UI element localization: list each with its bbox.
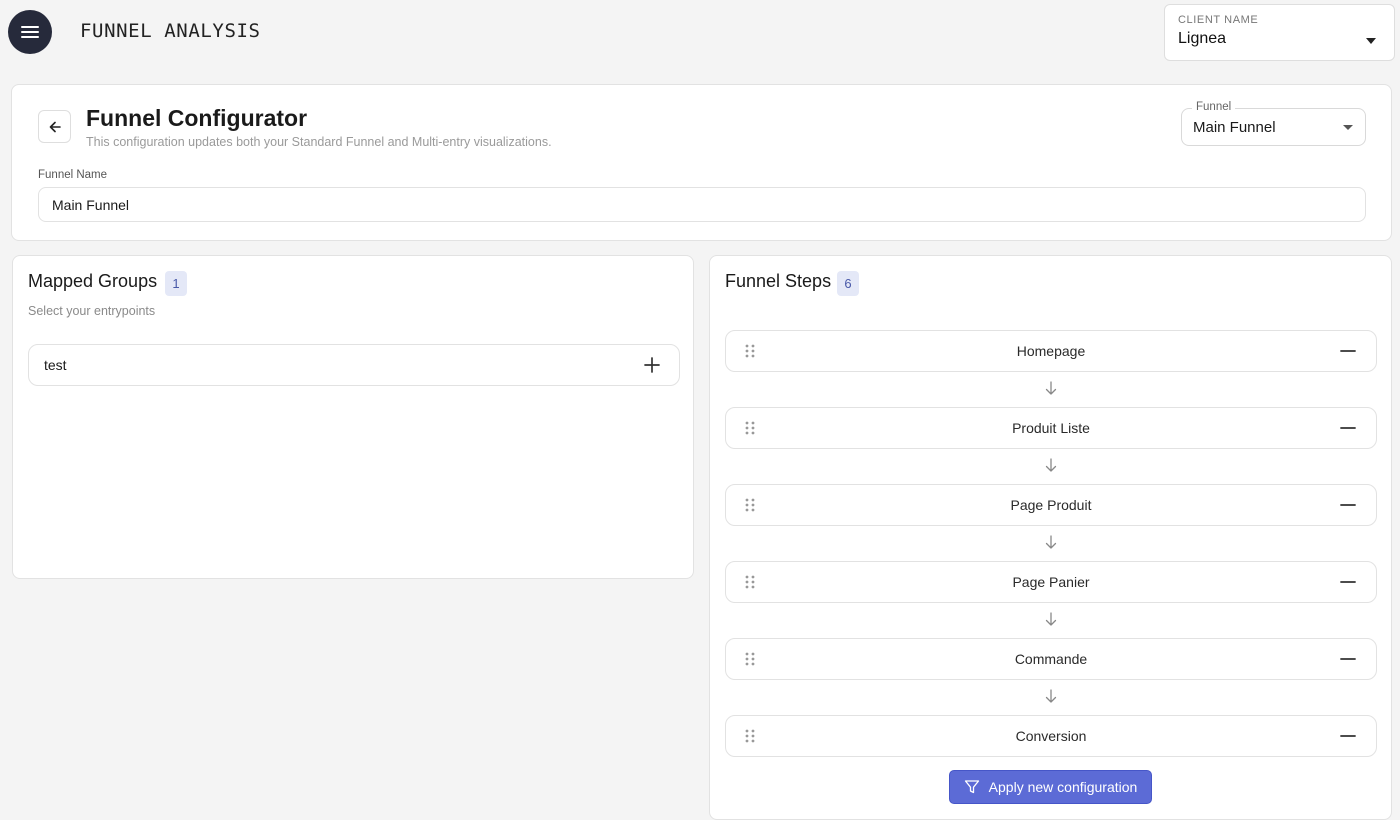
mapped-groups-count-badge: 1 [165, 271, 187, 296]
funnel-step[interactable]: Conversion [725, 715, 1377, 757]
client-name-select[interactable]: CLIENT NAME Lignea [1164, 4, 1395, 61]
arrow-down-icon [1045, 458, 1057, 472]
minus-icon[interactable] [1339, 496, 1357, 514]
minus-icon[interactable] [1339, 342, 1357, 360]
funnel-select[interactable]: Funnel Main Funnel [1181, 101, 1366, 146]
filter-icon [964, 780, 979, 794]
funnel-step-label: Page Panier [1012, 574, 1090, 590]
arrow-down-icon [1045, 535, 1057, 549]
funnel-step-label: Produit Liste [1012, 420, 1090, 436]
client-name-label: CLIENT NAME [1178, 14, 1259, 26]
arrow-down-icon [1045, 381, 1057, 395]
funnel-name-input[interactable] [38, 187, 1366, 222]
funnel-step[interactable]: Page Produit [725, 484, 1377, 526]
mapped-groups-subtitle: Select your entrypoints [28, 304, 156, 318]
funnel-step-label: Homepage [1016, 343, 1086, 359]
funnel-select-label: Funnel [1192, 101, 1236, 113]
apply-configuration-button[interactable]: Apply new configuration [949, 770, 1152, 804]
mapped-groups-title: Mapped Groups [28, 271, 158, 291]
funnel-step[interactable]: Homepage [725, 330, 1377, 372]
funnel-step-label: Commande [1014, 651, 1088, 667]
funnel-name-label: Funnel Name [38, 169, 108, 181]
back-button[interactable] [38, 110, 71, 143]
funnel-steps-card: Funnel Steps 6 Homepage Produit Liste Pa… [709, 255, 1392, 820]
funnel-step[interactable]: Page Panier [725, 561, 1377, 603]
minus-icon[interactable] [1339, 727, 1357, 745]
funnel-steps-title: Funnel Steps [725, 271, 832, 291]
apply-configuration-label: Apply new configuration [988, 779, 1138, 795]
page-subtitle: This configuration updates both your Sta… [86, 135, 552, 149]
plus-icon[interactable] [643, 356, 661, 374]
caret-down-icon [1366, 38, 1376, 44]
page-title: Funnel Configurator [86, 105, 308, 131]
funnel-step[interactable]: Commande [725, 638, 1377, 680]
caret-down-icon [1343, 125, 1353, 130]
funnel-steps-count-badge: 6 [837, 271, 859, 296]
main-menu-button[interactable] [8, 10, 52, 54]
funnel-select-value: Main Funnel [1193, 118, 1276, 136]
funnel-step-label: Page Produit [1010, 497, 1092, 513]
hamburger-menu-icon [21, 26, 39, 38]
group-item-label: test [44, 357, 67, 373]
arrow-down-icon [1045, 612, 1057, 626]
minus-icon[interactable] [1339, 573, 1357, 591]
arrow-left-icon [49, 121, 61, 132]
minus-icon[interactable] [1339, 650, 1357, 668]
funnel-configurator-card: Funnel Configurator This configuration u… [11, 84, 1392, 241]
funnel-step[interactable]: Produit Liste [725, 407, 1377, 449]
group-item: test [28, 344, 680, 386]
client-name-value: Lignea [1178, 30, 1227, 47]
minus-icon[interactable] [1339, 419, 1357, 437]
mapped-groups-card: Mapped Groups 1 Select your entrypoints … [12, 255, 694, 579]
app-title: FUNNEL ANALYSIS [80, 20, 261, 42]
funnel-step-label: Conversion [1015, 728, 1087, 744]
arrow-down-icon [1045, 689, 1057, 703]
